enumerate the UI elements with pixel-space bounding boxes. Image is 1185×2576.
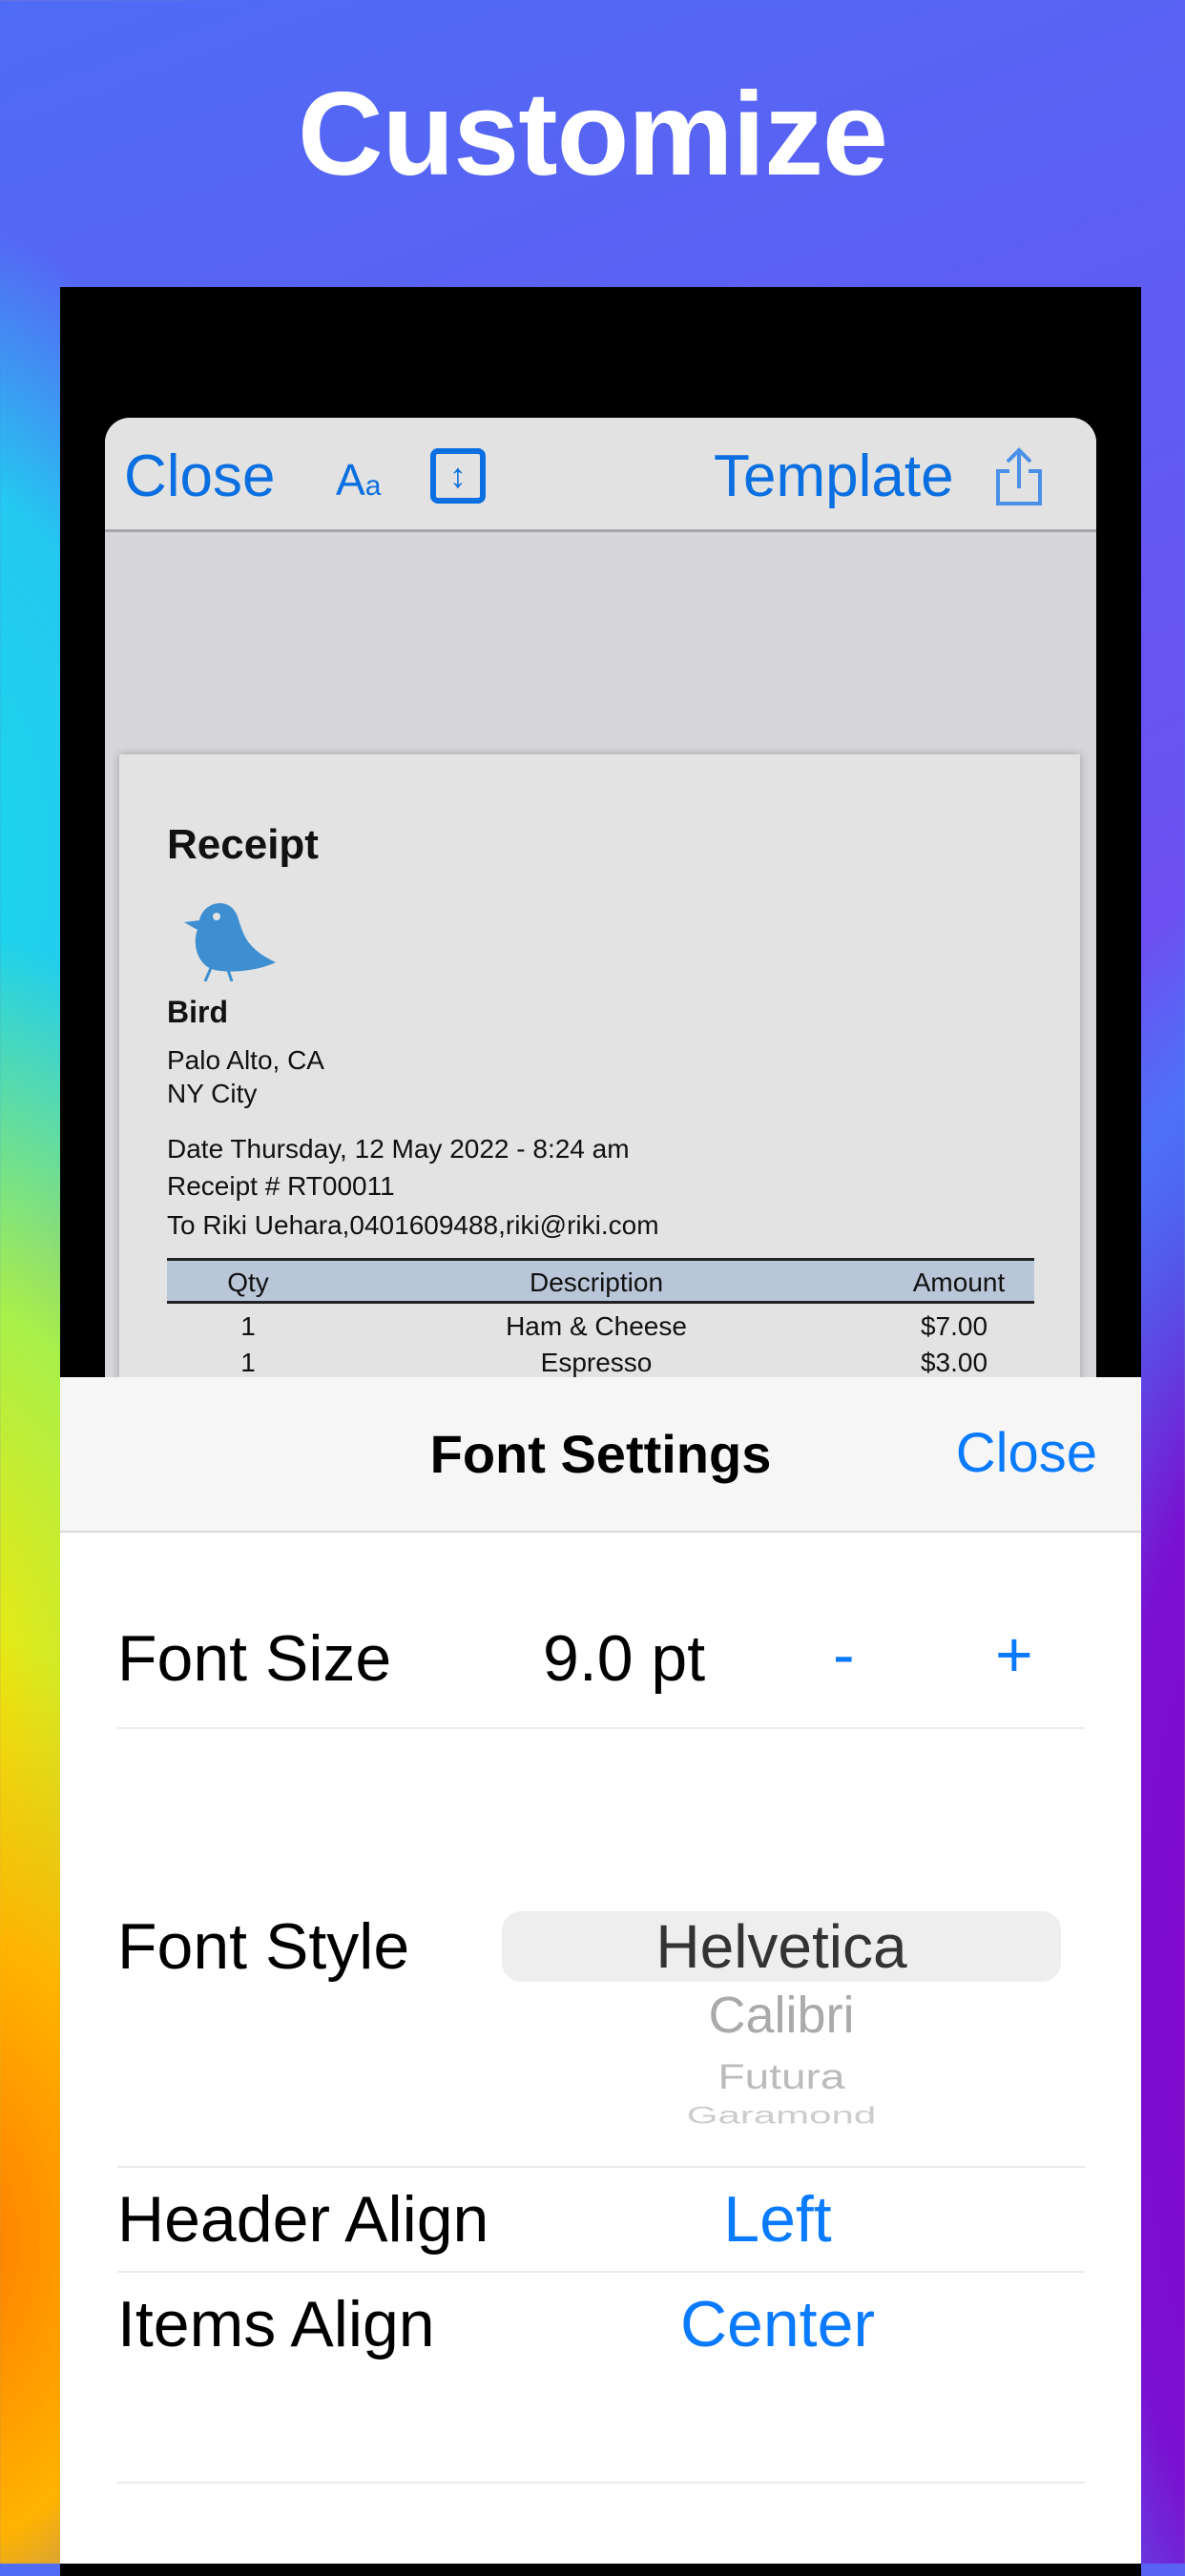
share-icon[interactable] xyxy=(992,446,1046,507)
font-size-value: 9.0 pt xyxy=(543,1622,706,1695)
header-align-button[interactable]: Left xyxy=(594,2182,961,2257)
col-description: Description xyxy=(529,1267,664,1297)
receipt-recipient: To Riki Uehara,0401609488,riki@riki.com xyxy=(167,1210,659,1240)
font-option-clip: Garamond xyxy=(502,2102,1061,2125)
business-name: Bird xyxy=(167,995,228,1029)
items-table: Qty Description Amount 1 Ham & Cheese $7… xyxy=(167,1258,1034,1380)
address-line-2: NY City xyxy=(167,1079,258,1108)
divider xyxy=(117,2482,1085,2483)
close-button[interactable]: Close xyxy=(956,1421,1097,1485)
receipt-paper: Receipt Bird Palo Alto, CA NY City Date … xyxy=(119,754,1080,1467)
header-align-label: Header Align xyxy=(117,2183,489,2256)
table-header: Qty Description Amount xyxy=(167,1258,1034,1304)
row-qty: 1 xyxy=(240,1348,256,1377)
font-option[interactable]: Calibri xyxy=(502,1986,1061,2045)
increase-font-button[interactable]: + xyxy=(995,1618,1033,1692)
row-description: Espresso xyxy=(540,1348,653,1377)
font-size-label: Font Size xyxy=(117,1622,392,1695)
divider xyxy=(117,1727,1085,1729)
row-amount: $7.00 xyxy=(920,1311,988,1341)
receipt-date: Date Thursday, 12 May 2022 - 8:24 am xyxy=(167,1134,630,1164)
receipt-title: Receipt xyxy=(167,821,319,868)
table-row: 1 Espresso $3.00 xyxy=(167,1342,1034,1380)
col-qty: Qty xyxy=(227,1267,269,1297)
receipt-preview-sheet: Close Aa ↕ Template Receipt Bird Palo Al… xyxy=(105,418,1096,1467)
table-row: 1 Ham & Cheese $7.00 xyxy=(167,1304,1034,1342)
template-button[interactable]: Template xyxy=(714,443,954,510)
row-amount: $3.00 xyxy=(920,1348,988,1377)
font-settings-icon[interactable]: Aa xyxy=(336,454,381,505)
items-align-button[interactable]: Center xyxy=(594,2287,961,2361)
font-style-label: Font Style xyxy=(117,1910,410,1983)
font-settings-header: Font Settings Close xyxy=(60,1377,1141,1533)
receipt-number: Receipt # RT00011 xyxy=(167,1171,395,1201)
font-option[interactable]: Garamond xyxy=(502,2102,1061,2125)
col-amount: Amount xyxy=(912,1267,1006,1297)
resize-icon[interactable]: ↕ xyxy=(430,448,486,504)
divider xyxy=(117,2271,1085,2273)
items-align-label: Items Align xyxy=(117,2288,435,2360)
row-qty: 1 xyxy=(240,1311,256,1341)
font-option-selected[interactable]: Helvetica xyxy=(502,1911,1061,1982)
font-settings-sheet: Font Settings Close Font Size 9.0 pt - +… xyxy=(60,1377,1141,2564)
bird-logo-icon xyxy=(184,903,276,981)
decrease-font-button[interactable]: - xyxy=(833,1618,855,1692)
address-line-1: Palo Alto, CA xyxy=(167,1045,324,1075)
close-button[interactable]: Close xyxy=(124,443,276,510)
font-option[interactable]: Futura xyxy=(502,2055,1061,2096)
row-description: Ham & Cheese xyxy=(506,1311,687,1341)
hero-title: Customize xyxy=(298,69,888,200)
divider xyxy=(117,2166,1085,2168)
preview-toolbar: Close Aa ↕ Template xyxy=(105,418,1096,532)
